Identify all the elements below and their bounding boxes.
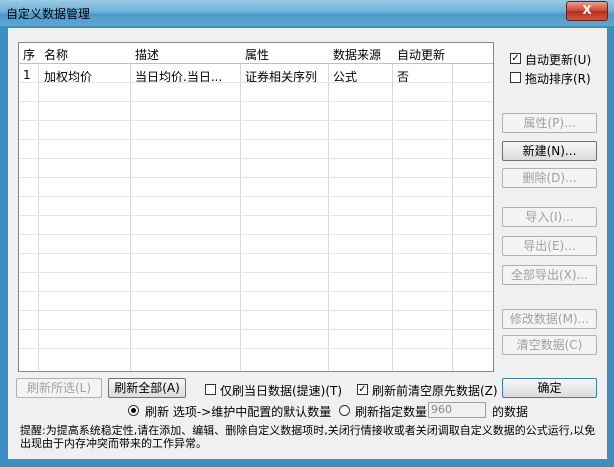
column-header[interactable]: 名称 bbox=[44, 46, 68, 63]
new-button[interactable]: 新建(N)... bbox=[502, 141, 597, 161]
specified-count-input[interactable]: 960 bbox=[428, 402, 486, 418]
column-header[interactable]: 属性 bbox=[245, 46, 269, 63]
close-button[interactable]: X bbox=[566, 1, 608, 21]
row-line bbox=[19, 310, 493, 311]
properties-button[interactable]: 属性(P)... bbox=[502, 113, 597, 133]
refresh-specified-radio[interactable] bbox=[339, 405, 350, 416]
auto-update-checkbox[interactable]: ✓ bbox=[510, 53, 521, 64]
col-divider bbox=[329, 43, 393, 371]
refresh-specified-label[interactable]: 刷新指定数量 bbox=[355, 403, 427, 420]
column-header[interactable]: 自动更新 bbox=[397, 46, 445, 63]
row-line bbox=[19, 329, 493, 330]
export-all-button[interactable]: 全部导出(X)... bbox=[502, 265, 597, 285]
dialog-window: 自定义数据管理 X 序 名称 描述 属性 数据来源 自动更新 1 加权均价 当日… bbox=[0, 0, 614, 467]
delete-button[interactable]: 删除(D)... bbox=[502, 168, 597, 188]
today-only-label[interactable]: 仅刷当日数据(提速)(T) bbox=[220, 382, 342, 399]
drag-sort-checkbox[interactable] bbox=[510, 72, 521, 83]
drag-sort-label[interactable]: 拖动排序(R) bbox=[525, 70, 591, 87]
window-title: 自定义数据管理 bbox=[6, 7, 91, 21]
row-line bbox=[19, 101, 493, 102]
custom-data-table[interactable]: 序 名称 描述 属性 数据来源 自动更新 1 加权均价 当日均价.当日... 证… bbox=[18, 42, 494, 372]
import-button[interactable]: 导入(I)... bbox=[502, 207, 597, 227]
col-divider bbox=[241, 43, 329, 371]
row-line bbox=[19, 253, 493, 254]
ok-button[interactable]: 确定 bbox=[502, 378, 597, 398]
refresh-selected-button[interactable]: 刷新所选(L) bbox=[16, 378, 102, 398]
row-line bbox=[19, 196, 493, 197]
clear-data-button[interactable]: 清空数据(C) bbox=[502, 335, 597, 355]
today-only-checkbox[interactable] bbox=[205, 384, 216, 395]
row-line bbox=[19, 272, 493, 273]
row-line bbox=[19, 120, 493, 121]
title-bar[interactable]: 自定义数据管理 X bbox=[0, 0, 614, 26]
export-button[interactable]: 导出(E)... bbox=[502, 236, 597, 256]
row-line bbox=[19, 139, 493, 140]
data-suffix-label: 的数据 bbox=[492, 405, 529, 419]
row-line bbox=[19, 348, 493, 349]
dialog-body: 序 名称 描述 属性 数据来源 自动更新 1 加权均价 当日均价.当日... 证… bbox=[8, 28, 607, 459]
refresh-all-button[interactable]: 刷新全部(A) bbox=[108, 378, 186, 398]
row-line bbox=[19, 177, 493, 178]
col-divider bbox=[393, 43, 453, 371]
column-header[interactable]: 描述 bbox=[135, 46, 159, 63]
cell-index: 1 bbox=[23, 68, 31, 82]
auto-update-label[interactable]: 自动更新(U) bbox=[525, 51, 591, 68]
row-line bbox=[19, 82, 493, 83]
refresh-default-label[interactable]: 刷新 选项->维护中配置的默认数量 bbox=[145, 403, 331, 420]
column-header[interactable]: 序 bbox=[23, 46, 35, 63]
column-header[interactable]: 数据来源 bbox=[333, 46, 381, 63]
col-divider bbox=[131, 43, 241, 371]
row-line bbox=[19, 158, 493, 159]
col-divider bbox=[39, 43, 131, 371]
clear-before-refresh-checkbox[interactable]: ✓ bbox=[357, 384, 368, 395]
row-line bbox=[19, 291, 493, 292]
row-line bbox=[19, 215, 493, 216]
refresh-default-radio[interactable] bbox=[128, 405, 139, 416]
stability-notice: 提醒:为提高系统稳定性,请在添加、编辑、删除自定义数据项时,关闭行情接收或者关闭… bbox=[20, 424, 596, 450]
clear-before-refresh-label[interactable]: 刷新前清空原先数据(Z) bbox=[372, 382, 498, 399]
col-divider bbox=[19, 43, 39, 371]
row-line bbox=[19, 234, 493, 235]
modify-data-button[interactable]: 修改数据(M)... bbox=[502, 309, 597, 329]
